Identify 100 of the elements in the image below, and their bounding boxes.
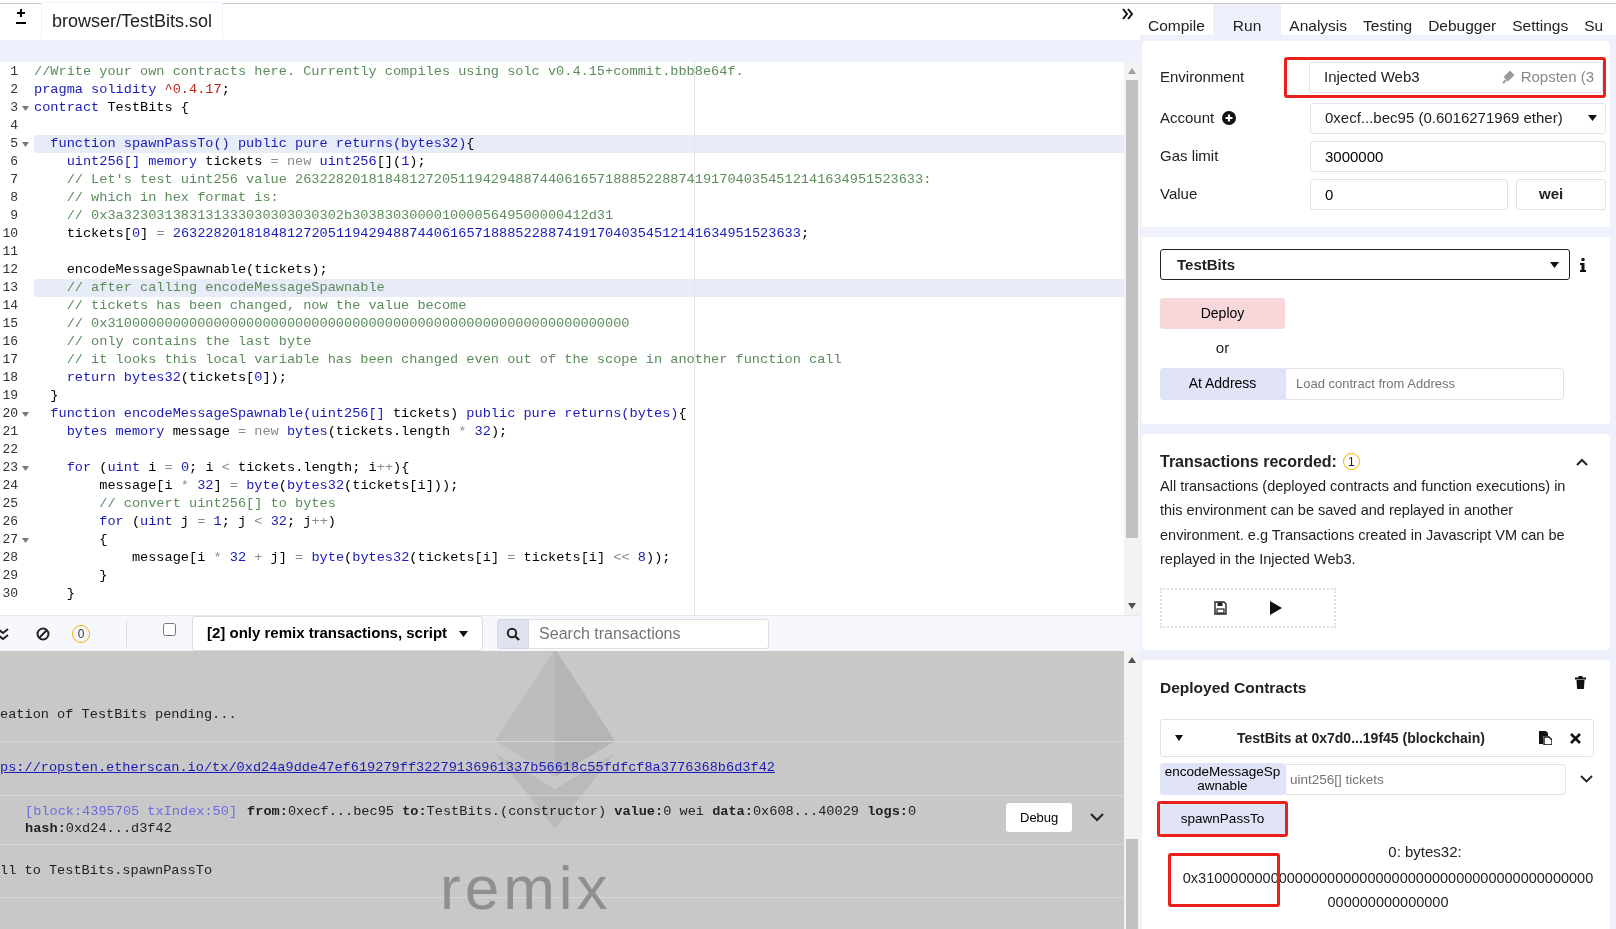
- line-number: 15: [1, 315, 19, 334]
- transaction-details: [block:4395705 txIndex:50] from:0xecf...bec95 to:TestBits.(constructor) value:0 wei data:0x608...40029 logs:0 hash:0xd24...d3f42: [25, 802, 918, 837]
- scrollbar[interactable]: [1124, 651, 1140, 929]
- contract-select[interactable]: TestBits: [1160, 249, 1570, 281]
- code-line: pragma solidity ^0.4.17;: [34, 81, 231, 99]
- line-number: 1: [9, 63, 19, 82]
- line-number: 27: [1, 531, 19, 550]
- watermark-text: remix: [440, 852, 612, 924]
- file-tab[interactable]: browser/TestBits.sol: [41, 2, 224, 40]
- line-number: 23: [1, 459, 19, 478]
- network-label: Ropsten (3: [1520, 67, 1594, 88]
- search-icon: [506, 626, 521, 641]
- add-icon[interactable]: [1222, 111, 1237, 126]
- log-message: ll to TestBits.spawnPassTo: [0, 862, 213, 878]
- search-field[interactable]: Search transactions: [529, 618, 770, 649]
- scrollbar-thumb[interactable]: [1126, 80, 1138, 538]
- code-line: uint256[] memory tickets = new uint256[](1);: [65, 153, 427, 171]
- field-label: Gas limit: [1160, 146, 1219, 167]
- line-number: 2: [9, 81, 19, 100]
- panel-tab[interactable]: Run: [1212, 4, 1282, 36]
- code-line: encodeMessageSpawnable(tickets);: [65, 261, 329, 279]
- line-number: 24: [1, 477, 19, 496]
- function-button[interactable]: spawnPassTo: [1160, 804, 1285, 835]
- argument-field[interactable]: uint256[] tickets: [1285, 763, 1566, 795]
- chevron-up-icon[interactable]: [1576, 457, 1588, 466]
- close-icon[interactable]: [1570, 732, 1581, 744]
- separator-text: or: [1214, 338, 1231, 359]
- caret-icon: [459, 630, 469, 637]
- code-line: bytes memory message = new bytes(tickets.length * 32);: [65, 423, 509, 441]
- code-line: contract TestBits {: [34, 99, 190, 117]
- address-field[interactable]: Load contract from Address: [1285, 367, 1564, 400]
- contract-instance[interactable]: TestBits at 0x7d0...19f45 (blockchain): [1160, 719, 1594, 758]
- fold-icon[interactable]: [22, 465, 29, 471]
- fold-icon[interactable]: [22, 105, 29, 111]
- line-number: 8: [9, 189, 19, 208]
- trash-icon[interactable]: [1575, 675, 1586, 689]
- code-line: // Let's test uint256 value 26322820181848127205119429488744061657188852288741917040354512141634951523633:: [65, 171, 933, 189]
- unit-select[interactable]: wei: [1516, 178, 1606, 210]
- add-file-icon[interactable]: [15, 8, 27, 26]
- fold-icon[interactable]: [22, 411, 29, 417]
- line-number: 5: [9, 135, 19, 154]
- deploy-button[interactable]: Deploy: [1160, 298, 1285, 330]
- gas-limit-field[interactable]: 3000000: [1310, 140, 1606, 172]
- environment-select[interactable]: Injected Web3 Ropsten (3: [1309, 61, 1603, 93]
- field-label: Value: [1160, 184, 1198, 205]
- code-line: {: [98, 531, 109, 549]
- checkbox[interactable]: [163, 623, 176, 636]
- search-button[interactable]: [497, 618, 530, 649]
- info-icon[interactable]: [1580, 257, 1586, 272]
- scroll-down-icon[interactable]: [1128, 603, 1136, 609]
- double-chevron-icon[interactable]: [1122, 8, 1134, 20]
- line-number: 19: [1, 387, 19, 406]
- at-address-button[interactable]: At Address: [1160, 367, 1285, 400]
- account-select[interactable]: 0xecf...bec95 (0.6016271969 ether): [1310, 102, 1606, 134]
- code-line: for (uint i = 0; i < tickets.length; i++){: [65, 459, 411, 477]
- code-line: }: [65, 585, 76, 603]
- play-icon[interactable]: [1269, 600, 1282, 615]
- line-number: 6: [9, 153, 19, 172]
- filter-dropdown[interactable]: [2] only remix transactions, script: [192, 616, 484, 651]
- line-number: 9: [9, 207, 19, 226]
- chevron-down-icon[interactable]: [1090, 812, 1105, 822]
- caret-icon[interactable]: [1175, 735, 1183, 742]
- save-icon[interactable]: [1214, 600, 1227, 615]
- code-line: tickets[0] = 26322820181848127205119429488744061657188852288741917040354512141634951523633;: [65, 225, 811, 243]
- line-number: 11: [1, 243, 19, 262]
- line-number: 29: [1, 567, 19, 586]
- code-line: }: [98, 567, 109, 585]
- scrollbar-thumb[interactable]: [1126, 839, 1138, 929]
- output-label: 0: bytes32:: [1387, 842, 1463, 863]
- line-number: 3: [9, 99, 19, 118]
- code-line: // 0x3100000000000000000000000000000000000000000000000000000000000000: [65, 315, 631, 333]
- code-line: // tickets has been changed, now the value become: [65, 297, 468, 315]
- code-line: // 0x3a323031383131333030303030302b30383030000100005649500000412d31: [65, 207, 615, 225]
- line-number: 25: [1, 495, 19, 514]
- line-number: 22: [1, 441, 19, 460]
- code-line: }: [49, 387, 60, 405]
- code-line: // it looks this local variable has been changed even out of the scope in another function call: [65, 351, 843, 369]
- value-field[interactable]: 0: [1310, 178, 1508, 210]
- line-number: 10: [1, 225, 19, 244]
- line-number: 21: [1, 423, 19, 442]
- code-line: for (uint j = 1; j < 32; j++): [98, 513, 337, 531]
- clear-icon[interactable]: [36, 626, 50, 641]
- collapse-icon[interactable]: [0, 626, 10, 641]
- copy-icon[interactable]: [1539, 731, 1552, 746]
- line-number: 17: [1, 351, 19, 370]
- code-line: function encodeMessageSpawnable(uint256[] tickets) public pure returns(bytes){: [49, 405, 688, 423]
- scroll-up-icon[interactable]: [1128, 657, 1136, 663]
- code-line: // convert uint256[] to bytes: [98, 495, 337, 513]
- code-line: return bytes32(tickets[0]);: [65, 369, 288, 387]
- chevron-down-icon[interactable]: [1580, 775, 1593, 784]
- fold-icon[interactable]: [22, 141, 29, 147]
- code-line: // which in hex format is:: [65, 189, 280, 207]
- caret-icon: [1550, 261, 1559, 268]
- function-button[interactable]: encodeMessageSpawnable: [1160, 763, 1285, 796]
- fold-icon[interactable]: [22, 537, 29, 543]
- code-line: // only contains the last byte: [65, 333, 313, 351]
- scrollbar[interactable]: [1124, 62, 1140, 615]
- debug-button[interactable]: Debug: [1006, 802, 1073, 833]
- line-number: 20: [1, 405, 19, 424]
- transaction-link[interactable]: ps://ropsten.etherscan.io/tx/0xd24a9dde47ef619279ff32279136961337b56618c55fdfcf8a3776368b6d3f42: [0, 760, 775, 776]
